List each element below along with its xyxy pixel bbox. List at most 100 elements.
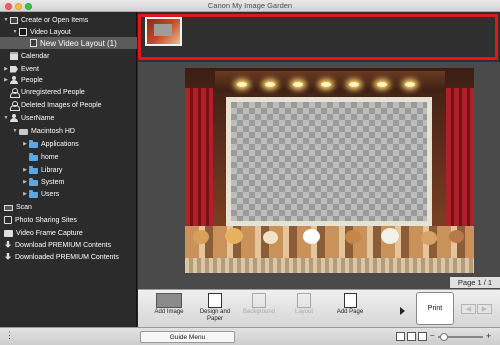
sidebar-item-video-frame-capture[interactable]: Video Frame Capture <box>0 227 137 239</box>
person-icon <box>10 114 18 122</box>
sidebar-item-scan[interactable]: Scan <box>0 201 137 213</box>
sidebar-item-users[interactable]: ▶ Users <box>0 188 137 200</box>
print-button[interactable]: Print <box>416 292 454 325</box>
disclosure-open-icon[interactable]: ▼ <box>3 17 9 23</box>
scanner-icon <box>4 204 13 211</box>
sidebar-item-label: Scan <box>16 203 32 211</box>
audience-member <box>345 230 361 244</box>
calendar-icon <box>10 52 18 60</box>
bottom-toolbar: Add Image Design and Paper Background La… <box>138 289 500 327</box>
disclosure-closed-icon[interactable]: ▶ <box>22 179 28 185</box>
previous-page-button[interactable]: ◀ <box>461 304 476 314</box>
audience-member <box>449 230 464 243</box>
sidebar-item-download-premium-contents[interactable]: Download PREMIUM Contents <box>0 239 137 251</box>
sidebar-item-applications[interactable]: ▶ Applications <box>0 138 137 150</box>
sidebar-item-label: Downloaded PREMIUM Contents <box>15 253 119 261</box>
download-icon <box>4 253 12 260</box>
zoom-in-icon[interactable]: + <box>486 331 491 341</box>
sidebar-item-label: Users <box>41 190 60 198</box>
sidebar-item-macintosh-hd[interactable]: ▼ Macintosh HD <box>0 125 137 137</box>
folder-icon <box>29 189 38 198</box>
video-icon <box>19 28 27 36</box>
sidebar-item-label: People <box>21 76 43 84</box>
layout-button[interactable]: Layout <box>283 293 325 326</box>
disclosure-open-icon[interactable]: ▼ <box>12 128 18 134</box>
spotlight-icon <box>405 82 415 87</box>
spotlight-icon <box>237 82 247 87</box>
sidebar-item-deleted-images-of-people[interactable]: Deleted Images of People <box>0 99 137 111</box>
folder-icon <box>29 165 38 174</box>
page-indicator: Page 1 / 1 <box>450 277 500 288</box>
disclosure-closed-icon[interactable]: ▶ <box>22 191 28 197</box>
drive-icon <box>19 128 28 135</box>
sidebar-item-username[interactable]: ▼ UserName <box>0 112 137 124</box>
view-mode-3-icon[interactable] <box>418 332 427 341</box>
folder-icon <box>29 152 38 161</box>
audience-member <box>381 228 399 244</box>
layout-canvas[interactable] <box>185 68 474 273</box>
status-bar: ⋮ Guide Menu − + <box>0 327 500 345</box>
person-outline-icon <box>10 101 20 111</box>
disclosure-closed-icon[interactable]: ▶ <box>3 77 9 83</box>
guide-menu-button[interactable]: Guide Menu <box>140 331 235 343</box>
tag-icon <box>10 65 18 73</box>
camera-icon <box>4 229 13 237</box>
zoom-slider[interactable] <box>438 333 483 341</box>
sidebar-item-label: home <box>41 153 59 161</box>
folder-icon <box>29 139 38 148</box>
sidebar-item-label: Applications <box>41 140 79 148</box>
sidebar-item-create-or-open-items[interactable]: ▼ Create or Open Items <box>0 14 137 26</box>
sidebar-item-library[interactable]: ▶ Library <box>0 164 137 176</box>
view-mode-1-icon[interactable] <box>396 332 405 341</box>
add-page-button[interactable]: Add Page <box>329 293 371 326</box>
zoom-out-icon[interactable]: − <box>430 331 435 340</box>
spotlight-icon <box>377 82 387 87</box>
document-icon <box>30 39 37 47</box>
more-menu-icon[interactable]: ⋮ <box>5 330 14 341</box>
disclosure-closed-icon[interactable]: ▶ <box>22 167 28 173</box>
sidebar-item-calendar[interactable]: Calendar <box>0 50 137 62</box>
window-title: Canon My Image Garden <box>207 1 293 10</box>
image-placeholder[interactable] <box>226 97 432 226</box>
audience-member <box>193 230 209 244</box>
add-image-label: Add Image <box>154 309 184 315</box>
disclosure-open-icon[interactable]: ▼ <box>12 29 18 35</box>
zoom-slider-knob[interactable] <box>440 333 448 341</box>
page-thumbnail[interactable] <box>145 17 182 46</box>
view-mode-2-icon[interactable] <box>407 332 416 341</box>
sidebar-item-home[interactable]: home <box>0 151 137 163</box>
layout-icon <box>297 293 311 308</box>
sidebar-item-label: Photo Sharing Sites <box>15 216 77 224</box>
sidebar-item-label: System <box>41 178 65 186</box>
sidebar-item-new-video-layout[interactable]: New Video Layout (1) <box>0 37 137 49</box>
sidebar-item-label: Event <box>21 65 39 73</box>
audience-member <box>263 231 278 244</box>
page-thumbnail-strip <box>138 12 500 62</box>
disclosure-closed-icon[interactable]: ▶ <box>3 66 9 72</box>
next-page-button[interactable]: ▶ <box>477 304 492 314</box>
add-image-button[interactable]: Add Image <box>148 293 190 326</box>
sidebar-item-label: Create or Open Items <box>21 16 89 24</box>
sidebar-item-downloaded-premium-contents[interactable]: Downloaded PREMIUM Contents <box>0 251 137 263</box>
folder-icon <box>29 177 38 186</box>
disclosure-closed-icon[interactable]: ▶ <box>22 141 28 147</box>
expand-toolbar-arrow-icon[interactable] <box>400 307 405 315</box>
sidebar-item-unregistered-people[interactable]: Unregistered People <box>0 86 137 98</box>
theater-seats <box>185 258 474 273</box>
highlight-frame <box>138 14 498 60</box>
design-and-paper-button[interactable]: Design and Paper <box>194 293 236 326</box>
right-curtain <box>446 88 474 248</box>
sidebar-item-system[interactable]: ▶ System <box>0 176 137 188</box>
design-and-paper-label: Design and Paper <box>199 309 231 322</box>
layout-label: Layout <box>294 309 313 315</box>
sidebar-item-photo-sharing-sites[interactable]: Photo Sharing Sites <box>0 214 137 226</box>
sidebar-item-label: Macintosh HD <box>31 127 75 135</box>
sidebar-item-label: Download PREMIUM Contents <box>15 241 112 249</box>
background-button[interactable]: Background <box>238 293 280 326</box>
person-outline-icon <box>10 88 20 98</box>
disclosure-open-icon[interactable]: ▼ <box>3 115 9 121</box>
sidebar-item-people[interactable]: ▶ People <box>0 74 137 86</box>
main-area: Page 1 / 1 <box>138 12 500 289</box>
download-icon <box>4 241 12 248</box>
spotlight-icon <box>321 82 331 87</box>
